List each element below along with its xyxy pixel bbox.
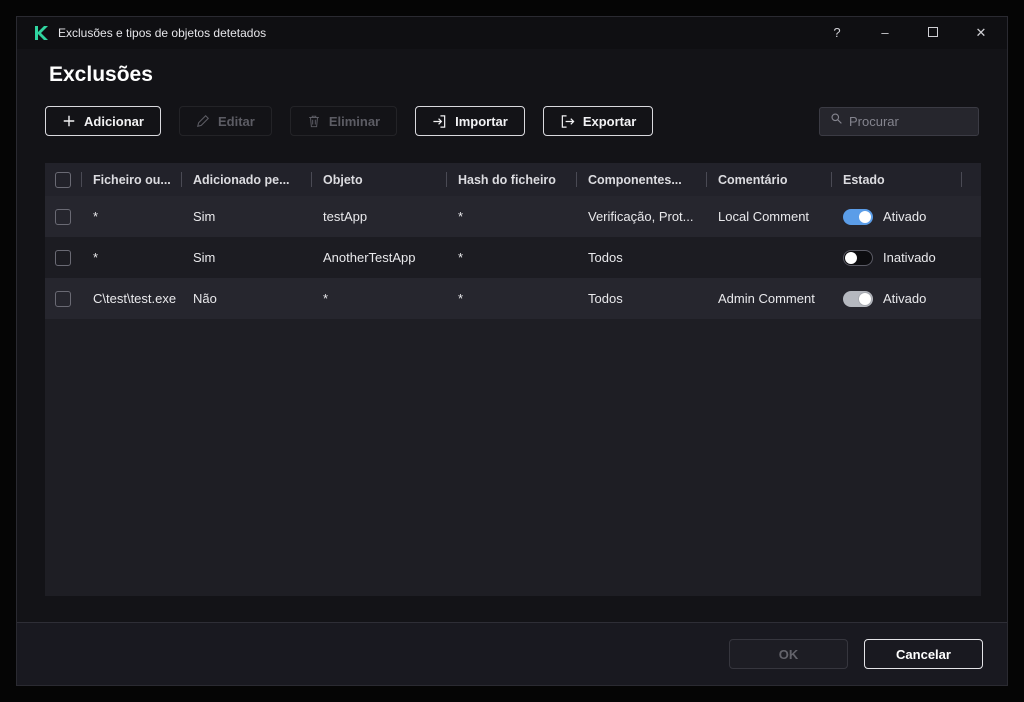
import-button-label: Importar: [455, 113, 508, 129]
row-checkbox-cell: [45, 196, 81, 237]
cell-state: Ativado: [831, 196, 961, 237]
cell-file: *: [93, 250, 99, 265]
maximize-button[interactable]: [925, 25, 941, 41]
toggle-knob: [845, 251, 857, 264]
export-icon: [560, 114, 575, 129]
search-box[interactable]: [819, 106, 979, 136]
minimize-button[interactable]: –: [877, 25, 893, 41]
search-input[interactable]: [849, 113, 968, 129]
maximize-icon: [928, 27, 938, 37]
select-all-checkbox[interactable]: [55, 171, 71, 188]
export-button-label: Exportar: [582, 113, 637, 129]
state-toggle[interactable]: [843, 208, 873, 225]
window-title: Exclusões e tipos de objetos detetados: [58, 26, 267, 40]
edit-button-label: Editar: [217, 113, 255, 129]
cell-comment: [706, 237, 831, 278]
table-row[interactable]: C\test\test.exe Não * * Todos Admin Comm…: [45, 278, 981, 319]
cell-added: Sim: [193, 209, 216, 224]
row-checkbox-cell: [45, 237, 81, 278]
trash-icon: [307, 114, 321, 128]
cell-comment: Admin Comment: [718, 291, 815, 306]
row-checkbox[interactable]: [55, 290, 71, 307]
column-header-components[interactable]: Componentes...: [576, 163, 706, 196]
column-header-hash[interactable]: Hash do ficheiro: [446, 163, 576, 196]
cell-object: AnotherTestApp: [323, 250, 416, 265]
table-row[interactable]: * Sim testApp * Verificação, Prot... Loc…: [45, 196, 981, 237]
cell-stub: [961, 237, 981, 278]
cell-added: Não: [193, 291, 217, 306]
cell-file: *: [93, 209, 99, 224]
toggle-knob: [859, 210, 871, 223]
row-checkbox[interactable]: [55, 208, 71, 225]
plus-icon: [62, 114, 76, 128]
column-header-state[interactable]: Estado: [831, 163, 961, 196]
delete-button-label: Eliminar: [328, 113, 381, 129]
row-checkbox[interactable]: [55, 249, 71, 266]
cell-stub: [961, 278, 981, 319]
cell-hash: *: [458, 209, 464, 224]
titlebar: Exclusões e tipos de objetos detetados ?…: [17, 17, 1007, 49]
delete-button[interactable]: Eliminar: [289, 106, 398, 136]
toolbar: Adicionar Editar Eliminar Importar Expor: [45, 105, 979, 137]
close-button[interactable]: ✕: [973, 25, 989, 41]
table-row[interactable]: * Sim AnotherTestApp * Todos Inativado: [45, 237, 981, 278]
cancel-button[interactable]: Cancelar: [864, 639, 983, 669]
cell-state: Ativado: [831, 278, 961, 319]
cell-object: testApp: [323, 209, 368, 224]
cell-components: Verificação, Prot...: [588, 209, 694, 224]
column-header-added[interactable]: Adicionado pe...: [181, 163, 311, 196]
row-checkbox-cell: [45, 278, 81, 319]
state-label: Inativado: [883, 250, 936, 265]
table-empty-area: [45, 319, 981, 596]
pencil-icon: [196, 114, 210, 128]
help-button[interactable]: ?: [829, 25, 845, 41]
add-button[interactable]: Adicionar: [45, 106, 161, 136]
cell-comment: Local Comment: [718, 209, 810, 224]
cell-hash: *: [458, 250, 464, 265]
column-header-object[interactable]: Objeto: [311, 163, 446, 196]
state-label: Ativado: [883, 209, 927, 224]
kaspersky-logo-icon: [33, 25, 49, 41]
state-label: Ativado: [883, 291, 927, 306]
state-toggle[interactable]: [843, 290, 873, 307]
import-icon: [432, 114, 447, 129]
import-button[interactable]: Importar: [415, 106, 525, 136]
dialog-footer: OK Cancelar: [17, 622, 1007, 685]
cell-object: *: [323, 291, 329, 306]
cell-components: Todos: [588, 291, 623, 306]
exclusions-table: Ficheiro ou... Adicionado pe... Objeto H…: [45, 163, 981, 596]
toggle-knob: [859, 292, 871, 305]
cell-stub: [961, 196, 981, 237]
dialog-window: Exclusões e tipos de objetos detetados ?…: [16, 16, 1008, 686]
column-header-stub: [961, 163, 981, 196]
cell-state: Inativado: [831, 237, 961, 278]
state-toggle[interactable]: [843, 249, 873, 266]
page-title: Exclusões: [49, 63, 153, 86]
export-button[interactable]: Exportar: [542, 106, 654, 136]
column-header-comment[interactable]: Comentário: [706, 163, 831, 196]
cell-file: C\test\test.exe: [93, 291, 177, 306]
ok-button[interactable]: OK: [729, 639, 848, 669]
cell-components: Todos: [588, 250, 623, 265]
table-header-row: Ficheiro ou... Adicionado pe... Objeto H…: [45, 163, 981, 196]
cell-added: Sim: [193, 250, 216, 265]
cell-hash: *: [458, 291, 464, 306]
search-icon: [830, 112, 843, 130]
select-all-cell: [45, 163, 81, 196]
column-header-file[interactable]: Ficheiro ou...: [81, 163, 181, 196]
edit-button[interactable]: Editar: [178, 106, 272, 136]
window-controls: ? – ✕: [829, 25, 989, 41]
add-button-label: Adicionar: [84, 113, 144, 129]
